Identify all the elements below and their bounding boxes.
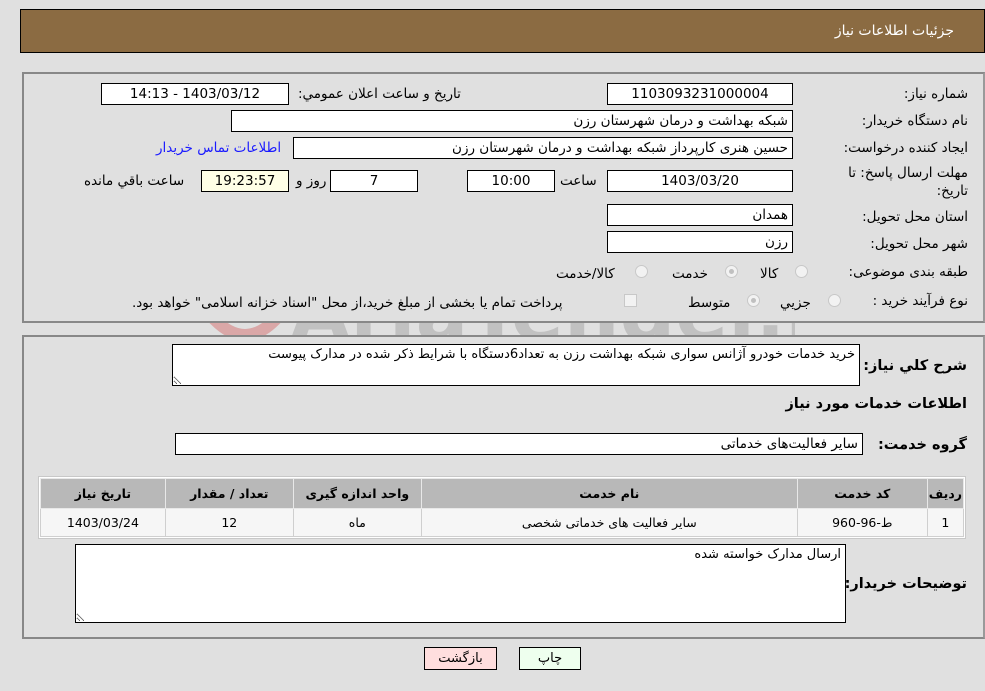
category-radio-goods[interactable]: [795, 265, 808, 278]
category-radio-goods-service[interactable]: [635, 265, 648, 278]
province-label: استان محل تحویل:: [862, 209, 968, 225]
category-label: طبقه بندی موضوعی:: [848, 264, 968, 280]
description-label: شرح کلي نیاز:: [863, 358, 967, 374]
days-label: روز و: [296, 173, 327, 189]
table-row: 1 ط-96-960 سایر فعالیت های خدماتی شخصی م…: [40, 508, 965, 537]
purchase-type-radio-medium[interactable]: [747, 294, 760, 307]
column-header-unit: واحد اندازه گیری: [292, 478, 422, 509]
cell-service-name: سایر فعالیت های خدماتی شخصی: [420, 508, 798, 537]
need-number-field: 1103093231000004: [607, 83, 793, 105]
purchase-type-option-medium: متوسط: [688, 295, 731, 311]
purchase-type-option-minor: جزيي: [780, 295, 811, 311]
purchase-type-label: نوع فرآیند خرید :: [872, 293, 968, 309]
requester-field: حسین هنری کارپرداز شبکه بهداشت و درمان ش…: [293, 137, 793, 159]
column-header-service-code: کد خدمت: [796, 478, 928, 509]
column-header-row-number: ردیف: [926, 478, 965, 509]
page-title: جزئیات اطلاعات نیاز: [834, 23, 954, 39]
cell-row-number: 1: [926, 508, 965, 537]
column-header-quantity: تعداد / مقدار: [164, 478, 294, 509]
need-number-label: شماره نیاز:: [903, 86, 968, 102]
buyer-org-field: شبکه بهداشت و درمان شهرستان رزن: [231, 110, 793, 132]
treasury-checkbox[interactable]: [624, 294, 637, 307]
province-field: همدان: [607, 204, 793, 226]
services-table-wrapper: ردیف کد خدمت نام خدمت واحد اندازه گیری ت…: [38, 476, 966, 539]
service-group-field: سایر فعالیت‌های خدماتی: [175, 433, 863, 455]
deadline-label-line1: مهلت ارسال پاسخ: تا: [848, 165, 968, 181]
service-group-label: گروه خدمت:: [877, 437, 967, 453]
city-field: رزن: [607, 231, 793, 253]
services-heading: اطلاعات خدمات مورد نیاز: [785, 396, 967, 412]
category-option-goods-service: کالا/خدمت: [556, 266, 615, 282]
description-textarea[interactable]: خرید خدمات خودرو آژانس سواری شبکه بهداشت…: [172, 344, 860, 386]
requester-label: ایجاد کننده درخواست:: [843, 140, 968, 156]
category-option-goods: کالا: [760, 266, 779, 282]
cell-quantity: 12: [164, 508, 294, 537]
deadline-date-field: 1403/03/20: [607, 170, 793, 192]
buyer-notes-textarea[interactable]: ارسال مدارک خواسته شده: [75, 544, 846, 623]
time-remaining-field: 19:23:57: [201, 170, 289, 192]
category-radio-service[interactable]: [725, 265, 738, 278]
back-button[interactable]: بازگشت: [424, 647, 497, 670]
purchase-type-radio-minor[interactable]: [828, 294, 841, 307]
announce-datetime-label: تاریخ و ساعت اعلان عمومي:: [298, 86, 461, 102]
buyer-contact-link[interactable]: اطلاعات تماس خریدار: [156, 140, 281, 156]
buyer-org-label: نام دستگاه خریدار:: [861, 113, 968, 129]
cell-need-date: 1403/03/24: [40, 508, 166, 537]
buyer-notes-label: توضیحات خریدار:: [844, 576, 967, 592]
cell-service-code: ط-96-960: [796, 508, 928, 537]
days-remaining-field: 7: [330, 170, 418, 192]
page-header: جزئیات اطلاعات نیاز: [20, 9, 985, 53]
services-table: ردیف کد خدمت نام خدمت واحد اندازه گیری ت…: [40, 478, 965, 537]
treasury-checkbox-label: پرداخت تمام یا بخشی از مبلغ خرید،از محل …: [132, 295, 563, 311]
announce-datetime-field: 1403/03/12 - 14:13: [101, 83, 289, 105]
column-header-service-name: نام خدمت: [420, 478, 798, 509]
deadline-label-line2: تاریخ:: [936, 183, 968, 199]
print-button[interactable]: چاپ: [519, 647, 581, 670]
deadline-time-label: ساعت: [560, 173, 597, 189]
time-remaining-label: ساعت باقي مانده: [84, 173, 185, 189]
column-header-need-date: تاریخ نیاز: [40, 478, 166, 509]
table-header-row: ردیف کد خدمت نام خدمت واحد اندازه گیری ت…: [40, 478, 965, 509]
deadline-time-field: 10:00: [467, 170, 555, 192]
cell-unit: ماه: [292, 508, 422, 537]
category-option-service: خدمت: [672, 266, 708, 282]
city-label: شهر محل تحویل:: [870, 236, 968, 252]
